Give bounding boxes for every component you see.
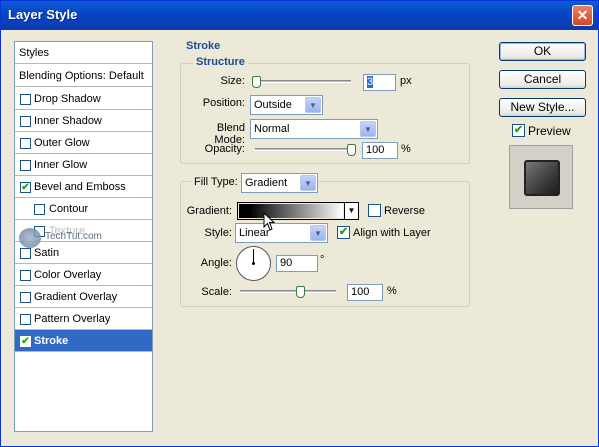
list-item-label: Gradient Overlay (34, 291, 118, 303)
list-item-label: Inner Shadow (34, 115, 102, 127)
list-item-label: Stroke (34, 335, 69, 347)
list-item-label: Bevel and Emboss (34, 181, 126, 193)
size-unit: px (400, 75, 412, 87)
blending-options-item[interactable]: Blending Options: Default (15, 65, 152, 87)
gradient-label: Gradient: (186, 205, 232, 217)
list-item-inner-shadow[interactable]: Inner Shadow (15, 110, 152, 132)
preview-checkbox[interactable]: ✔ (512, 124, 525, 137)
list-item-label: Contour (49, 203, 89, 215)
chevron-down-icon[interactable]: ▼ (305, 97, 321, 113)
position-value: Outside (254, 99, 292, 111)
close-button[interactable]: ✕ (572, 5, 593, 26)
size-label: Size: (220, 75, 245, 87)
opacity-input[interactable]: 100 (362, 142, 398, 159)
ok-button[interactable]: OK (499, 42, 586, 61)
watermark-text: TechTut.com (45, 231, 102, 242)
scale-label: Scale: (201, 286, 232, 298)
scale-value: 100 (351, 286, 370, 298)
opacity-unit: % (401, 143, 411, 155)
reverse-label: Reverse (384, 205, 425, 217)
angle-dial[interactable] (236, 246, 271, 281)
list-item-stroke[interactable]: ✔ Stroke (15, 330, 152, 352)
fill-type-value: Gradient (245, 177, 288, 189)
list-item-drop-shadow[interactable]: Drop Shadow (15, 88, 152, 110)
styles-list: Styles Blending Options: Default Drop Sh… (14, 41, 153, 432)
list-item-label: Pattern Overlay (34, 313, 111, 325)
angle-label: Angle: (200, 257, 232, 269)
window-title: Layer Style (8, 7, 78, 22)
position-select[interactable]: Outside ▼ (250, 95, 323, 115)
list-item-label: Satin (34, 247, 60, 259)
preview-swatch (524, 160, 560, 196)
structure-title: Structure (193, 56, 248, 68)
scale-unit: % (387, 285, 397, 297)
fill-type-label: Fill Type: (191, 176, 239, 188)
size-slider-track[interactable] (255, 80, 351, 83)
bevel-emboss-checkbox[interactable]: ✔ (20, 182, 31, 193)
title-bar[interactable]: Layer Style ✕ (1, 1, 598, 30)
list-item-bevel-emboss[interactable]: ✔ Bevel and Emboss (15, 176, 152, 198)
styles-header[interactable]: Styles (15, 42, 152, 64)
style-select[interactable]: Linear ▼ (235, 223, 328, 243)
watermark-logo-icon (19, 228, 41, 248)
align-with-layer-label: Align with Layer (353, 227, 431, 239)
scale-input[interactable]: 100 (347, 284, 383, 301)
chevron-down-icon[interactable]: ▼ (344, 203, 358, 219)
new-style-button[interactable]: New Style... (499, 98, 586, 117)
size-value: 3 (367, 76, 374, 88)
angle-unit: ° (320, 254, 325, 266)
cancel-button[interactable]: Cancel (499, 70, 586, 89)
list-item-label: Outer Glow (34, 137, 90, 149)
chevron-down-icon[interactable]: ▼ (360, 121, 376, 137)
size-input[interactable]: 3 (363, 74, 396, 91)
blend-mode-select[interactable]: Normal ▼ (250, 119, 378, 139)
layer-style-dialog: Layer Style ✕ Styles Blending Options: D… (0, 0, 599, 447)
list-item-gradient-overlay[interactable]: Gradient Overlay (15, 286, 152, 308)
chevron-down-icon[interactable]: ▼ (310, 225, 326, 241)
color-overlay-checkbox[interactable] (20, 270, 31, 281)
list-item-label: Drop Shadow (34, 93, 101, 105)
pattern-overlay-checkbox[interactable] (20, 314, 31, 325)
gradient-overlay-checkbox[interactable] (20, 292, 31, 303)
fill-type-select[interactable]: Gradient ▼ (241, 173, 318, 193)
inner-shadow-checkbox[interactable] (20, 116, 31, 127)
scale-slider-track[interactable] (240, 290, 336, 293)
opacity-label: Opacity: (204, 143, 245, 155)
style-label: Style: (204, 227, 232, 239)
blend-mode-value: Normal (254, 123, 290, 135)
opacity-slider-thumb[interactable] (347, 144, 356, 156)
outer-glow-checkbox[interactable] (20, 138, 31, 149)
list-item-pattern-overlay[interactable]: Pattern Overlay (15, 308, 152, 330)
opacity-value: 100 (366, 144, 385, 156)
preview-label: Preview (528, 124, 571, 138)
contour-checkbox[interactable] (34, 204, 45, 215)
stroke-title: Stroke (186, 40, 221, 52)
preview-thumbnail (509, 145, 573, 209)
list-item-outer-glow[interactable]: Outer Glow (15, 132, 152, 154)
list-item-label: Inner Glow (34, 159, 88, 171)
position-label: Position: (202, 97, 245, 109)
opacity-slider-track[interactable] (255, 148, 351, 151)
angle-needle-icon (252, 249, 255, 265)
satin-checkbox[interactable] (20, 248, 31, 259)
angle-input[interactable]: 90 (276, 255, 318, 272)
angle-value: 90 (280, 257, 293, 269)
scale-slider-thumb[interactable] (296, 286, 305, 298)
reverse-checkbox[interactable] (368, 204, 381, 217)
list-item-label: Color Overlay (34, 269, 102, 281)
techtut-watermark: TechTut.com (19, 228, 119, 248)
mouse-cursor-icon (263, 212, 276, 231)
align-with-layer-checkbox[interactable]: ✔ (337, 226, 350, 239)
list-item-contour[interactable]: Contour (15, 198, 152, 220)
list-item-color-overlay[interactable]: Color Overlay (15, 264, 152, 286)
gradient-swatch[interactable] (239, 204, 343, 218)
list-item-inner-glow[interactable]: Inner Glow (15, 154, 152, 176)
chevron-down-icon[interactable]: ▼ (300, 175, 316, 191)
stroke-checkbox[interactable]: ✔ (20, 336, 31, 347)
gradient-picker[interactable]: ▼ (237, 202, 359, 220)
drop-shadow-checkbox[interactable] (20, 94, 31, 105)
inner-glow-checkbox[interactable] (20, 160, 31, 171)
size-slider-thumb[interactable] (252, 76, 261, 88)
